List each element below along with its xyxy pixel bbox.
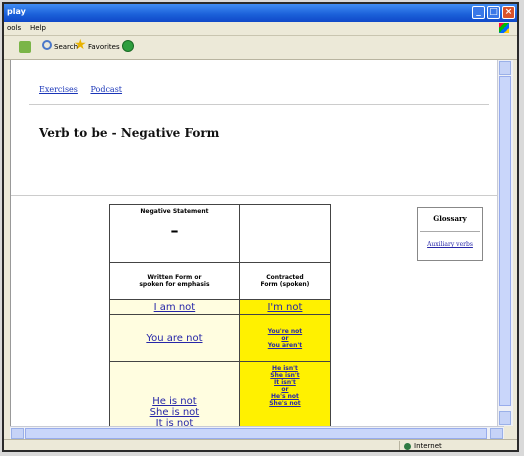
subheader-line: spoken for emphasis bbox=[139, 281, 210, 288]
divider bbox=[29, 104, 489, 105]
contracted-text[interactable]: She's not bbox=[240, 400, 330, 407]
contracted-cell[interactable]: I'm not bbox=[238, 299, 332, 315]
subheader-line: Contracted bbox=[266, 274, 304, 281]
maximize-button[interactable]: □ bbox=[487, 6, 500, 19]
written-cell[interactable]: He is not She is not It is not bbox=[109, 361, 240, 426]
contracted-text: or bbox=[281, 334, 289, 342]
scroll-left-icon[interactable] bbox=[11, 428, 24, 439]
search-icon[interactable] bbox=[42, 40, 52, 50]
written-text[interactable]: It is not bbox=[110, 418, 239, 426]
vertical-scrollbar[interactable] bbox=[497, 60, 513, 426]
minimize-button[interactable]: _ bbox=[472, 6, 485, 19]
nav-links: Exercises Podcast bbox=[39, 85, 132, 94]
header-empty bbox=[238, 204, 332, 263]
contracted-cell[interactable]: You're not or You aren't bbox=[238, 314, 332, 362]
subheader-contracted: Contracted Form (spoken) bbox=[238, 262, 332, 300]
menu-item-tools[interactable]: ools bbox=[7, 24, 21, 32]
home-icon[interactable] bbox=[19, 41, 31, 53]
status-bar: Internet bbox=[4, 439, 517, 450]
vertical-scroll-thumb[interactable] bbox=[499, 76, 511, 406]
contracted-text[interactable]: You're not bbox=[240, 328, 330, 335]
favorites-star-icon[interactable]: ★ bbox=[74, 38, 87, 52]
written-text[interactable]: He is not bbox=[110, 396, 239, 407]
contracted-text: or bbox=[281, 386, 289, 393]
title-bar[interactable]: play _ □ × bbox=[4, 4, 517, 22]
zone-label: Internet bbox=[414, 442, 442, 450]
contracted-text[interactable]: He isn't bbox=[240, 365, 330, 372]
written-text[interactable]: You are not bbox=[110, 333, 239, 344]
written-cell[interactable]: I am not bbox=[109, 299, 240, 315]
subheader-line: Form (spoken) bbox=[260, 281, 310, 288]
written-text[interactable]: She is not bbox=[110, 407, 239, 418]
contracted-text[interactable]: You aren't bbox=[240, 342, 330, 349]
contracted-text[interactable]: I'm not bbox=[240, 302, 330, 313]
menu-item-help[interactable]: Help bbox=[30, 24, 46, 32]
nav-link-exercises[interactable]: Exercises bbox=[39, 85, 78, 94]
header-label: Negative Statement bbox=[140, 208, 209, 215]
subheader-line: Written Form or bbox=[147, 274, 202, 281]
window-title: play bbox=[7, 7, 26, 16]
divider bbox=[420, 231, 480, 232]
verb-table: Negative Statement – Written Form or spo… bbox=[109, 204, 332, 426]
contracted-text[interactable]: It isn't bbox=[240, 379, 330, 386]
header-negative-statement: Negative Statement – bbox=[109, 204, 240, 263]
glossary-box: Glossary Auxiliary verbs bbox=[417, 207, 483, 261]
page-content: Exercises Podcast Verb to be - Negative … bbox=[10, 60, 501, 426]
written-cell[interactable]: You are not bbox=[109, 314, 240, 362]
status-separator bbox=[399, 441, 400, 450]
scroll-up-icon[interactable] bbox=[499, 61, 511, 75]
contracted-text[interactable]: She isn't bbox=[240, 372, 330, 379]
scroll-down-icon[interactable] bbox=[499, 411, 511, 425]
glossary-title: Glossary bbox=[433, 214, 467, 223]
divider bbox=[11, 195, 501, 196]
menu-bar: ools Help bbox=[4, 22, 517, 36]
contracted-text[interactable]: He's not bbox=[240, 393, 330, 400]
browser-window: play _ □ × ools Help Search ★ Favorites … bbox=[2, 2, 519, 452]
scroll-right-icon[interactable] bbox=[490, 428, 503, 439]
horizontal-scrollbar[interactable] bbox=[10, 426, 504, 440]
security-zone: Internet bbox=[404, 442, 442, 450]
windows-logo-icon bbox=[499, 23, 509, 33]
favorites-button-label[interactable]: Favorites bbox=[88, 43, 120, 51]
page-title: Verb to be - Negative Form bbox=[39, 126, 220, 140]
media-icon[interactable] bbox=[122, 40, 134, 52]
glossary-link[interactable]: Auxiliary verbs bbox=[418, 241, 482, 248]
contracted-cell[interactable]: He isn't She isn't It isn't or He's not … bbox=[238, 361, 332, 426]
globe-icon bbox=[404, 442, 411, 450]
close-button[interactable]: × bbox=[502, 6, 515, 19]
nav-link-podcast[interactable]: Podcast bbox=[90, 85, 122, 94]
toolbar: Search ★ Favorites bbox=[4, 36, 517, 60]
subheader-written: Written Form or spoken for emphasis bbox=[109, 262, 240, 300]
minus-symbol: – bbox=[170, 221, 179, 240]
horizontal-scroll-thumb[interactable] bbox=[25, 428, 487, 439]
written-text[interactable]: I am not bbox=[110, 302, 239, 313]
